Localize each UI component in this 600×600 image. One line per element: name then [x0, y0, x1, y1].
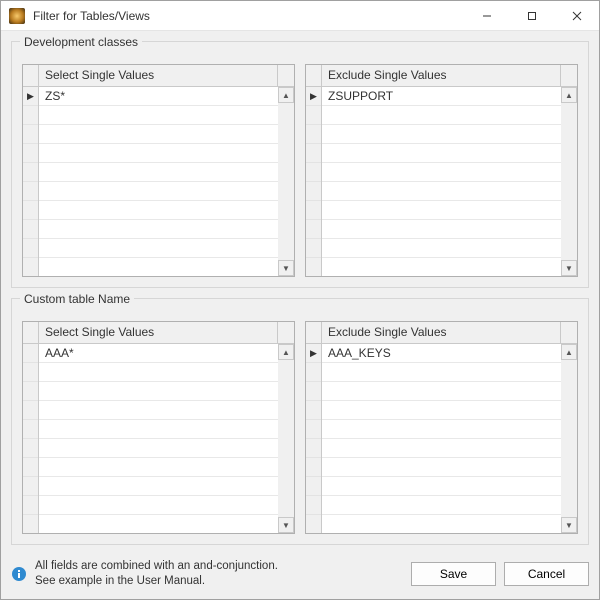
group-development-classes: Development classes Select Single Values…: [11, 41, 589, 288]
column-header[interactable]: Exclude Single Values: [322, 322, 561, 344]
grid-cell[interactable]: [39, 458, 278, 477]
grid-cell[interactable]: ZS*: [39, 87, 278, 106]
grid-cell[interactable]: [322, 458, 561, 477]
grid-cell[interactable]: [39, 201, 278, 220]
grid-cell[interactable]: [322, 201, 561, 220]
grid-body[interactable]: AAA_KEYS: [322, 344, 561, 533]
scroll-down-icon[interactable]: ▼: [278, 260, 294, 276]
grid-cell[interactable]: [322, 382, 561, 401]
scroll-up-icon[interactable]: ▲: [278, 344, 294, 360]
scroll-up-icon[interactable]: ▲: [561, 344, 577, 360]
grid-corner: [23, 65, 39, 87]
titlebar: Filter for Tables/Views: [1, 1, 599, 31]
grid-cell[interactable]: [39, 182, 278, 201]
grid-cell[interactable]: [39, 420, 278, 439]
scrollbar[interactable]: ▲ ▼: [278, 87, 294, 276]
grid-cell[interactable]: [322, 239, 561, 258]
grid-cell[interactable]: [322, 496, 561, 515]
minimize-button[interactable]: [464, 1, 509, 31]
hint-line: See example in the User Manual.: [35, 575, 205, 587]
save-button[interactable]: Save: [411, 562, 496, 586]
grid-cell[interactable]: [322, 477, 561, 496]
grid-cell[interactable]: [322, 363, 561, 382]
dev-exclude-grid[interactable]: Exclude Single Values ▶ ZSU: [305, 64, 578, 277]
group-custom-table-name: Custom table Name Select Single Values: [11, 298, 589, 545]
grid-cell[interactable]: [39, 163, 278, 182]
grid-corner: [561, 65, 577, 87]
row-indicator-icon: ▶: [23, 87, 38, 106]
grid-cell[interactable]: [39, 439, 278, 458]
grid-cell[interactable]: [322, 420, 561, 439]
hint-line: All fields are combined with an and-conj…: [35, 560, 278, 572]
grid-corner: [306, 322, 322, 344]
grid-cell[interactable]: [322, 220, 561, 239]
window-title: Filter for Tables/Views: [33, 9, 464, 23]
column-header[interactable]: Exclude Single Values: [322, 65, 561, 87]
grid-cell[interactable]: [39, 125, 278, 144]
group-legend: Custom table Name: [20, 292, 134, 306]
hint-text: All fields are combined with an and-conj…: [35, 559, 403, 589]
row-header-column: [23, 344, 39, 533]
grid-cell[interactable]: ZSUPPORT: [322, 87, 561, 106]
grid-cell[interactable]: [39, 401, 278, 420]
row-header-column: ▶: [306, 344, 322, 533]
grid-cell[interactable]: [322, 106, 561, 125]
grid-cell[interactable]: AAA_KEYS: [322, 344, 561, 363]
column-header[interactable]: Select Single Values: [39, 322, 278, 344]
info-icon: [11, 566, 27, 582]
grid-body[interactable]: ZS*: [39, 87, 278, 276]
grid-corner: [278, 65, 294, 87]
grid-cell[interactable]: [39, 477, 278, 496]
grid-cell[interactable]: [39, 220, 278, 239]
scrollbar[interactable]: ▲ ▼: [278, 344, 294, 533]
grid-corner: [23, 322, 39, 344]
group-legend: Development classes: [20, 35, 142, 49]
grid-cell[interactable]: [322, 125, 561, 144]
scroll-down-icon[interactable]: ▼: [561, 517, 577, 533]
grid-cell[interactable]: [39, 496, 278, 515]
scrollbar[interactable]: ▲ ▼: [561, 344, 577, 533]
client-area: Development classes Select Single Values…: [1, 31, 599, 599]
app-icon: [9, 8, 25, 24]
dev-select-grid[interactable]: Select Single Values ▶ ZS*: [22, 64, 295, 277]
grid-corner: [306, 65, 322, 87]
grid-body[interactable]: AAA*: [39, 344, 278, 533]
column-header[interactable]: Select Single Values: [39, 65, 278, 87]
grid-cell[interactable]: [39, 382, 278, 401]
grid-cell[interactable]: [39, 363, 278, 382]
scrollbar[interactable]: ▲ ▼: [561, 87, 577, 276]
grid-cell[interactable]: [322, 182, 561, 201]
maximize-button[interactable]: [509, 1, 554, 31]
scroll-down-icon[interactable]: ▼: [278, 517, 294, 533]
grid-corner: [561, 322, 577, 344]
grid-corner: [278, 322, 294, 344]
row-indicator-icon: ▶: [306, 344, 321, 363]
row-header-column: ▶: [306, 87, 322, 276]
dialog-window: Filter for Tables/Views Development clas…: [0, 0, 600, 600]
grid-cell[interactable]: [322, 144, 561, 163]
grid-cell[interactable]: [322, 439, 561, 458]
scroll-down-icon[interactable]: ▼: [561, 260, 577, 276]
grid-cell[interactable]: [322, 163, 561, 182]
grid-body[interactable]: ZSUPPORT: [322, 87, 561, 276]
grid-cell[interactable]: AAA*: [39, 344, 278, 363]
grid-cell[interactable]: [322, 401, 561, 420]
row-header-column: ▶: [23, 87, 39, 276]
close-button[interactable]: [554, 1, 599, 31]
grid-cell[interactable]: [39, 239, 278, 258]
footer: All fields are combined with an and-conj…: [11, 555, 589, 589]
scroll-up-icon[interactable]: ▲: [278, 87, 294, 103]
row-indicator-icon: ▶: [306, 87, 321, 106]
grid-cell[interactable]: [39, 106, 278, 125]
cancel-button[interactable]: Cancel: [504, 562, 589, 586]
custom-select-grid[interactable]: Select Single Values AAA*: [22, 321, 295, 534]
grid-cell[interactable]: [39, 144, 278, 163]
scroll-up-icon[interactable]: ▲: [561, 87, 577, 103]
custom-exclude-grid[interactable]: Exclude Single Values ▶ AAA: [305, 321, 578, 534]
